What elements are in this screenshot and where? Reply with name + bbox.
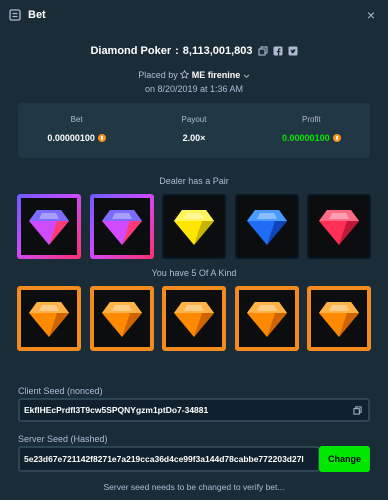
modal-header: Bet × (0, 0, 388, 30)
stat-value: 0.00000100 (47, 133, 106, 143)
purple-gem-icon (102, 209, 142, 245)
btc-coin-icon (97, 134, 106, 142)
bet-stats-panel: Bet 0.00000100 Payout 2.00× Profit 0.000… (18, 103, 370, 158)
card (162, 194, 226, 259)
player-hand-label: You have 5 Of A Kind (151, 268, 237, 278)
copy-icon[interactable] (257, 46, 268, 56)
vip-star-icon (179, 69, 190, 81)
card (17, 286, 81, 351)
bet-id: 8,113,001,803 (182, 45, 253, 57)
dealer-cards (17, 194, 371, 259)
client-seed-label: Client Seed (nonced) (18, 386, 103, 396)
stat-label: Bet (70, 115, 83, 124)
yellow-gem-icon (174, 209, 214, 245)
twitter-icon[interactable] (288, 46, 298, 56)
orange-gem-icon (247, 301, 287, 337)
btc-coin-icon (332, 134, 341, 142)
copy-icon[interactable] (353, 406, 362, 415)
card (17, 194, 81, 259)
orange-gem-icon (29, 301, 69, 337)
orange-gem-icon (174, 301, 214, 337)
red-gem-icon (319, 209, 359, 245)
facebook-icon[interactable] (273, 46, 283, 56)
stat-value: 0.00000100 (282, 133, 341, 143)
username-link[interactable]: ME firenine (192, 70, 241, 80)
card (307, 286, 371, 351)
stat-value: 2.00× (182, 133, 206, 143)
bet-receipt-icon (9, 9, 21, 21)
change-seed-button[interactable]: Change (319, 446, 370, 472)
stat-bet: Bet 0.00000100 (18, 103, 135, 158)
verify-note: Server seed needs to be changed to verif… (103, 482, 285, 492)
bet-date: on 8/20/2019 at 1:36 AM (144, 84, 244, 94)
server-seed-field[interactable]: 5e23d67e721142f8271e7a219cca36d4ce99f3a1… (18, 446, 320, 472)
purple-gem-icon (29, 209, 69, 245)
stat-label: Payout (181, 115, 207, 124)
dealer-hand-label: Dealer has a Pair (159, 176, 229, 186)
client-seed-field[interactable]: EkfIHEcPrdfI3T9cw5SPQNYgzm1ptDo7-34881 (18, 398, 370, 422)
card (235, 194, 299, 259)
card (235, 286, 299, 351)
card (162, 286, 226, 351)
chevron-down-icon[interactable] (243, 71, 250, 81)
orange-gem-icon (319, 301, 359, 337)
server-seed-value[interactable]: 5e23d67e721142f8271e7a219cca36d4ce99f3a1… (24, 454, 318, 464)
bet-title: Diamond Poker: 8,113,001,803 (0, 45, 388, 57)
close-icon[interactable]: × (364, 8, 378, 22)
blue-gem-icon (247, 209, 287, 245)
card (307, 194, 371, 259)
card (90, 286, 154, 351)
stat-label: Profit (301, 115, 321, 124)
placed-by: Placed by ME firenine on 8/20/2019 at 1:… (0, 69, 388, 94)
player-cards (17, 286, 371, 351)
orange-gem-icon (102, 301, 142, 337)
modal-title: Bet (28, 9, 46, 21)
client-seed-value[interactable]: EkfIHEcPrdfI3T9cw5SPQNYgzm1ptDo7-34881 (24, 405, 208, 415)
card (90, 194, 154, 259)
stat-payout: Payout 2.00× (135, 103, 252, 158)
game-name: Diamond Poker (90, 45, 172, 57)
server-seed-label: Server Seed (Hashed) (18, 434, 108, 444)
stat-profit: Profit 0.00000100 (253, 103, 370, 158)
